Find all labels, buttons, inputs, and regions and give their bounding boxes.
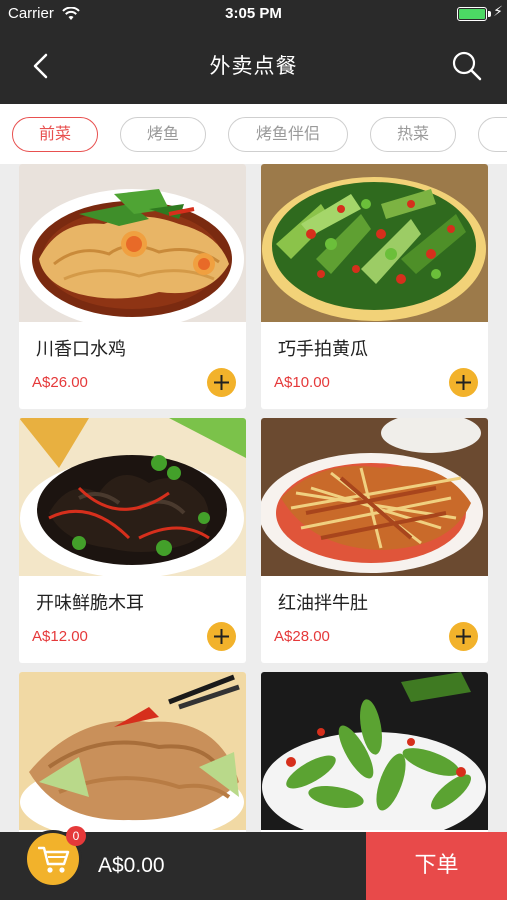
dish-name: 川香口水鸡 <box>36 339 126 360</box>
add-to-cart-button[interactable] <box>207 622 236 651</box>
place-order-button[interactable]: 下单 <box>366 832 507 900</box>
dish-photo <box>261 672 488 830</box>
dish-card[interactable] <box>19 672 246 832</box>
dish-photo <box>19 672 246 830</box>
charging-icon: ⚡ <box>493 4 503 20</box>
page-title: 外卖点餐 <box>209 54 298 78</box>
clock: 3:05 PM <box>225 5 282 22</box>
dish-name: 开味鲜脆木耳 <box>36 593 144 614</box>
status-bar: Carrier 3:05 PM ⚡ <box>0 0 507 28</box>
dish-price: A$10.00 <box>274 374 330 391</box>
tab-category-4-partial[interactable] <box>478 117 507 152</box>
dish-grid: 川香口水鸡 A$26.00 巧手拍黄瓜 A$10.00 开味鲜脆木耳 A$12.… <box>0 164 507 832</box>
dish-card[interactable]: 川香口水鸡 A$26.00 <box>19 164 246 409</box>
tab-category-1[interactable]: 烤鱼 <box>120 117 206 152</box>
cart-icon <box>38 846 70 873</box>
dish-name: 红油拌牛肚 <box>278 593 368 614</box>
dish-photo <box>261 164 488 322</box>
search-icon[interactable] <box>449 48 485 84</box>
dish-price: A$26.00 <box>32 374 88 391</box>
dish-photo <box>19 418 246 576</box>
dish-card[interactable]: 巧手拍黄瓜 A$10.00 <box>261 164 488 409</box>
category-tabs: 前菜 烤鱼 烤鱼伴侣 热菜 <box>0 104 507 164</box>
plus-icon <box>456 629 471 644</box>
add-to-cart-button[interactable] <box>207 368 236 397</box>
plus-icon <box>214 375 229 390</box>
battery-icon <box>457 7 487 21</box>
dish-card[interactable] <box>261 672 488 832</box>
dish-photo <box>261 418 488 576</box>
dish-price: A$12.00 <box>32 628 88 645</box>
plus-icon <box>214 629 229 644</box>
dish-card[interactable]: 开味鲜脆木耳 A$12.00 <box>19 418 246 663</box>
plus-icon <box>456 375 471 390</box>
dish-card[interactable]: 红油拌牛肚 A$28.00 <box>261 418 488 663</box>
tab-category-2[interactable]: 烤鱼伴侣 <box>228 117 348 152</box>
add-to-cart-button[interactable] <box>449 622 478 651</box>
dish-price: A$28.00 <box>274 628 330 645</box>
cart-total: A$0.00 <box>98 854 165 877</box>
dish-photo <box>19 164 246 322</box>
battery-tip <box>488 11 491 17</box>
add-to-cart-button[interactable] <box>449 368 478 397</box>
tab-category-0[interactable]: 前菜 <box>12 117 98 152</box>
nav-bar: 外卖点餐 <box>0 28 507 104</box>
tab-category-3[interactable]: 热菜 <box>370 117 456 152</box>
dish-name: 巧手拍黄瓜 <box>278 339 368 360</box>
cart-count-badge: 0 <box>66 826 86 846</box>
